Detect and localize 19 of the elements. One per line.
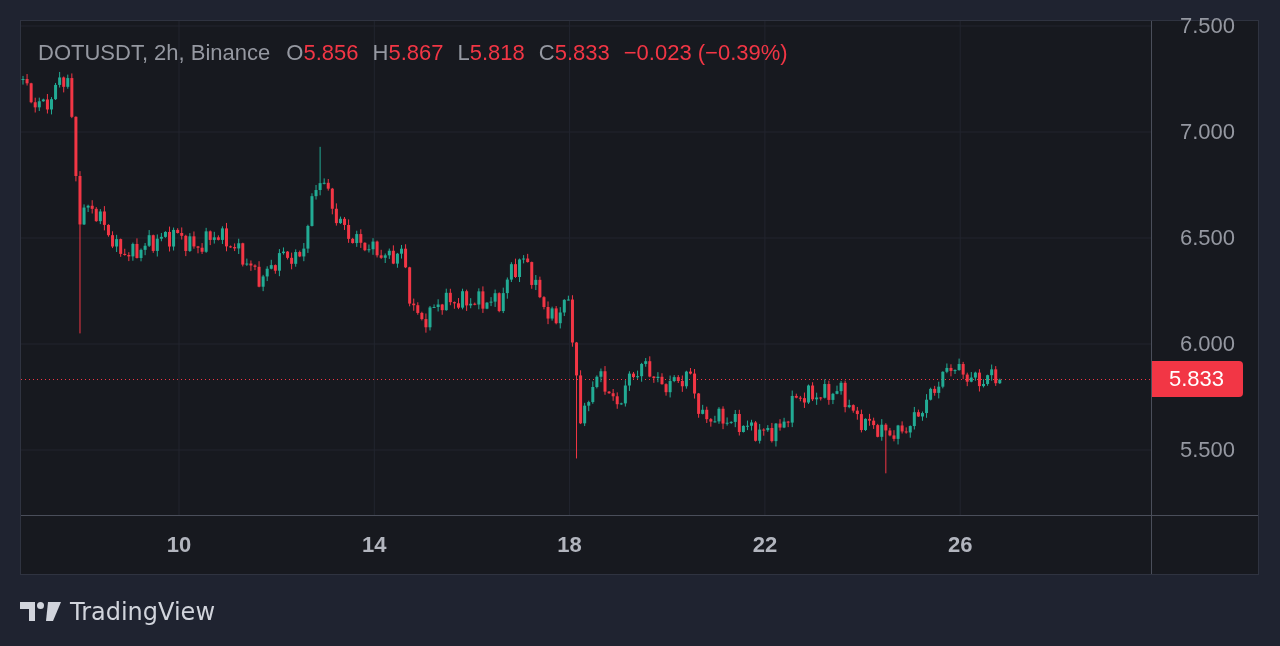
ohlc-value: O5.856	[286, 40, 359, 66]
logo-icon	[20, 602, 62, 622]
time-tick: 22	[752, 532, 778, 558]
time-tick: 14	[362, 532, 387, 558]
ohlc-value: H5.867	[372, 40, 444, 66]
price-tick: 7.000	[1180, 121, 1236, 143]
price-tick: 7.500	[1180, 15, 1236, 37]
last-price-label: 5.833	[1152, 361, 1243, 397]
ohlc-value: L5.818	[457, 40, 525, 66]
brand-name: TradingView	[70, 598, 215, 626]
price-change: −0.023 (−0.39%)	[623, 40, 788, 66]
price-tick: 6.000	[1180, 333, 1236, 355]
symbol-title: DOTUSDT, 2h, Binance	[38, 40, 271, 66]
price-tick: 5.500	[1180, 439, 1236, 461]
ohlc-value: C5.833	[538, 40, 610, 66]
price-tick: 6.500	[1180, 227, 1236, 249]
time-tick: 10	[166, 532, 192, 558]
time-tick: 26	[947, 532, 973, 558]
time-tick: 18	[557, 532, 582, 558]
